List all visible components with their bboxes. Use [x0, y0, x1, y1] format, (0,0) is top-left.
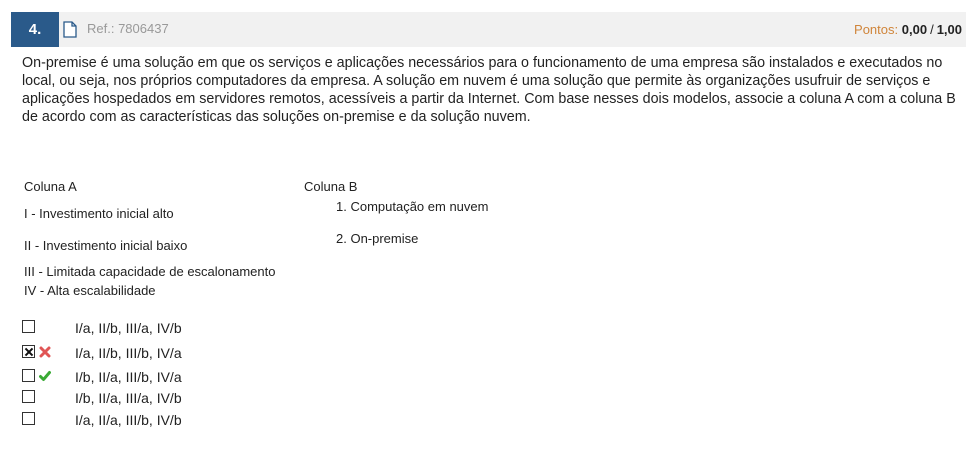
points-label: Pontos: [854, 22, 899, 37]
wrong-answer-icon [39, 346, 51, 358]
column-a-item: I - Investimento inicial alto [24, 206, 174, 221]
points-max: 1,00 [936, 22, 962, 37]
option-checkbox[interactable] [22, 369, 35, 382]
option-label: I/a, II/b, III/a, IV/b [75, 320, 182, 336]
column-a-item: III - Limitada capacidade de escalonamen… [24, 264, 276, 279]
option-label: I/a, II/b, III/b, IV/a [75, 345, 182, 361]
column-b-item: 2. On-premise [336, 231, 419, 246]
question-header: 4. Ref.: 7806437 Pontos: 0,00/1,00 [11, 12, 966, 47]
option-checkbox[interactable] [22, 390, 35, 403]
question-number-badge: 4. [11, 12, 59, 47]
column-b-title: Coluna B [304, 179, 358, 194]
column-a-item: IV - Alta escalabilidade [24, 283, 156, 298]
correct-answer-icon [39, 371, 51, 381]
column-b-item: 1. Computação em nuvem [336, 199, 489, 214]
question-text: On-premise é uma solução em que os servi… [22, 55, 956, 125]
option-checkbox[interactable] [22, 345, 35, 358]
column-a-item: II - Investimento inicial baixo [24, 238, 188, 253]
points-value: 0,00 [901, 22, 928, 37]
option-label: I/a, II/a, III/b, IV/b [75, 412, 182, 428]
reference-code: Ref.: 7806437 [87, 21, 169, 36]
document-icon [63, 21, 77, 38]
column-a-title: Coluna A [24, 179, 77, 194]
option-label: I/b, II/a, III/b, IV/a [75, 369, 182, 385]
option-checkbox[interactable] [22, 412, 35, 425]
points-separator: / [930, 22, 934, 37]
option-checkbox[interactable] [22, 320, 35, 333]
points-display: Pontos: 0,00/1,00 [854, 22, 962, 37]
option-label: I/b, II/a, III/a, IV/b [75, 390, 182, 406]
